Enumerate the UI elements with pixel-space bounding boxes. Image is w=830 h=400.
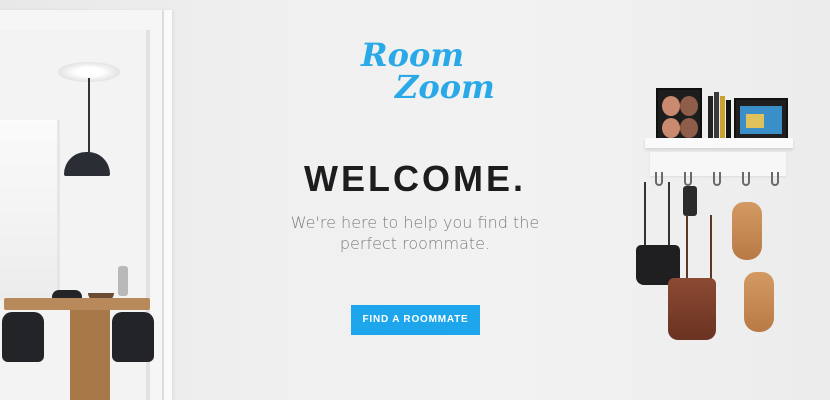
boxing-glove xyxy=(744,272,774,332)
leather-bag xyxy=(668,278,716,340)
shelf-items xyxy=(654,86,790,142)
inner-window xyxy=(0,120,60,300)
bag-strap xyxy=(686,215,712,279)
chair-right xyxy=(112,312,154,362)
dining-table-top xyxy=(4,298,150,310)
roomzoom-logo[interactable]: Room Zoom xyxy=(355,36,495,112)
boxing-glove xyxy=(732,202,762,260)
lamp-cord xyxy=(88,78,90,158)
photo-booth-frame xyxy=(656,88,702,140)
tagline: We're here to help you find the perfect … xyxy=(270,212,560,254)
book xyxy=(720,96,725,140)
vase-with-branches xyxy=(118,266,128,296)
logo-line-2: Zoom xyxy=(395,68,495,106)
chair-left xyxy=(2,312,44,362)
page-title: WELCOME. xyxy=(304,158,526,199)
hero-background: Room Zoom WELCOME. We're here to help yo… xyxy=(0,0,830,400)
book xyxy=(708,96,713,140)
hook xyxy=(713,172,721,186)
logo-line-1: Room xyxy=(361,36,465,74)
hook xyxy=(684,172,692,186)
hook xyxy=(742,172,750,186)
framed-art xyxy=(734,98,788,140)
wall-shelf xyxy=(645,138,793,148)
dining-table-leg xyxy=(70,310,110,400)
find-roommate-button[interactable]: FIND A ROOMMATE xyxy=(351,305,480,335)
book xyxy=(726,100,731,140)
camera-strap xyxy=(644,182,670,250)
hook xyxy=(771,172,779,186)
tagline-line-1: We're here to help you find the xyxy=(290,213,540,232)
book xyxy=(714,92,719,140)
tagline-line-2: perfect roommate. xyxy=(339,234,491,253)
small-lantern xyxy=(683,186,697,216)
